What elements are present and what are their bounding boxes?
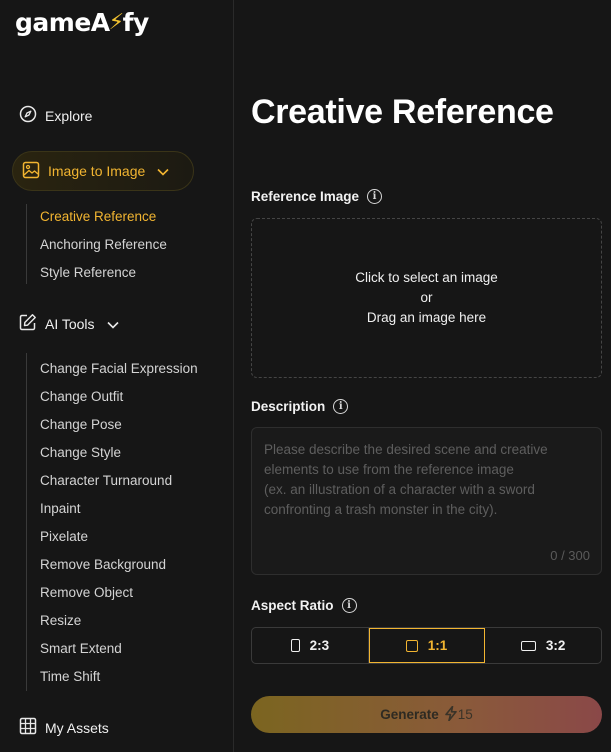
description-label: Description bbox=[251, 399, 326, 414]
aspect-ratio-selector: 2:3 1:1 3:2 bbox=[251, 627, 602, 664]
image-icon bbox=[22, 161, 40, 182]
info-icon[interactable]: i bbox=[367, 189, 383, 204]
reference-image-label: Reference Image bbox=[251, 189, 360, 204]
lightning-bolt-icon bbox=[444, 705, 457, 724]
generate-label: Generate bbox=[380, 707, 439, 722]
sidebar-item-label: My Assets bbox=[45, 719, 109, 736]
sidebar-item-my-assets[interactable]: My Assets bbox=[19, 717, 109, 738]
sidebar-item-change-facial-expression[interactable]: Change Facial Expression bbox=[40, 361, 198, 376]
submenu-guide-line bbox=[26, 204, 27, 284]
dropzone-line-3: Drag an image here bbox=[366, 310, 487, 325]
info-icon[interactable]: i bbox=[341, 598, 357, 613]
dropzone-line-2: or bbox=[420, 290, 433, 305]
sidebar-item-time-shift[interactable]: Time Shift bbox=[40, 669, 100, 684]
submenu-guide-line bbox=[26, 353, 27, 691]
logo[interactable]: gameA ⚡ fy bbox=[15, 8, 149, 37]
description-box: 0 / 300 bbox=[251, 427, 602, 575]
sidebar-item-ai-tools[interactable]: AI Tools bbox=[19, 313, 119, 334]
logo-text-start: gameA bbox=[15, 8, 110, 37]
description-label-row: Description i bbox=[251, 399, 349, 414]
sidebar-item-remove-background[interactable]: Remove Background bbox=[40, 557, 166, 572]
logo-text-end: fy bbox=[122, 8, 150, 37]
dropzone-line-1: Click to select an image bbox=[355, 270, 498, 285]
sidebar-item-label: Image to Image bbox=[48, 163, 146, 179]
sidebar-item-change-pose[interactable]: Change Pose bbox=[40, 417, 122, 432]
edit-icon bbox=[19, 313, 37, 334]
chevron-down-icon bbox=[106, 316, 119, 332]
aspect-ratio-option-2-3[interactable]: 2:3 bbox=[252, 628, 369, 663]
aspect-ratio-label: Aspect Ratio bbox=[251, 598, 334, 613]
credit-cost-value: 15 bbox=[457, 707, 473, 722]
compass-icon bbox=[19, 105, 37, 126]
lightning-bolt-icon: ⚡ bbox=[108, 10, 124, 35]
generate-button[interactable]: Generate 15 bbox=[251, 696, 602, 733]
image-dropzone[interactable]: Click to select an image or Drag an imag… bbox=[251, 218, 602, 378]
sidebar-item-image-to-image[interactable]: Image to Image bbox=[12, 151, 194, 191]
square-icon bbox=[405, 639, 418, 652]
sidebar-item-inpaint[interactable]: Inpaint bbox=[40, 501, 81, 516]
info-icon[interactable]: i bbox=[333, 399, 349, 414]
grid-icon bbox=[19, 717, 37, 738]
sidebar: gameA ⚡ fy Explore Image to Image Creative… bbox=[0, 0, 234, 752]
aspect-ratio-option-1-1[interactable]: 1:1 bbox=[368, 628, 486, 663]
description-textarea[interactable] bbox=[264, 440, 589, 540]
sidebar-item-change-outfit[interactable]: Change Outfit bbox=[40, 389, 123, 404]
character-counter: 0 / 300 bbox=[550, 548, 590, 563]
sidebar-item-label: Explore bbox=[45, 107, 93, 124]
sidebar-item-style-reference[interactable]: Style Reference bbox=[40, 265, 136, 280]
ratio-label: 1:1 bbox=[427, 638, 448, 653]
aspect-ratio-label-row: Aspect Ratio i bbox=[251, 598, 357, 613]
chevron-down-icon bbox=[157, 163, 169, 179]
sidebar-item-smart-extend[interactable]: Smart Extend bbox=[40, 641, 122, 656]
app: gameA ⚡ fy Explore Image to Image Creative… bbox=[0, 0, 611, 752]
reference-image-label-row: Reference Image i bbox=[251, 189, 383, 204]
sidebar-item-explore[interactable]: Explore bbox=[19, 105, 92, 126]
sidebar-item-creative-reference[interactable]: Creative Reference bbox=[40, 209, 156, 224]
sidebar-item-character-turnaround[interactable]: Character Turnaround bbox=[40, 473, 172, 488]
aspect-ratio-option-3-2[interactable]: 3:2 bbox=[485, 628, 601, 663]
sidebar-item-anchoring-reference[interactable]: Anchoring Reference bbox=[40, 237, 167, 252]
sidebar-item-change-style[interactable]: Change Style bbox=[40, 445, 121, 460]
portrait-icon bbox=[290, 639, 300, 652]
ratio-label: 3:2 bbox=[545, 638, 566, 653]
landscape-icon bbox=[520, 640, 536, 651]
sidebar-item-resize[interactable]: Resize bbox=[40, 613, 81, 628]
page-title: Creative Reference bbox=[251, 93, 554, 131]
sidebar-item-label: AI Tools bbox=[45, 315, 95, 332]
sidebar-item-pixelate[interactable]: Pixelate bbox=[40, 529, 88, 544]
ratio-label: 2:3 bbox=[309, 638, 330, 653]
sidebar-item-remove-object[interactable]: Remove Object bbox=[40, 585, 133, 600]
credit-cost: 15 bbox=[444, 705, 473, 724]
